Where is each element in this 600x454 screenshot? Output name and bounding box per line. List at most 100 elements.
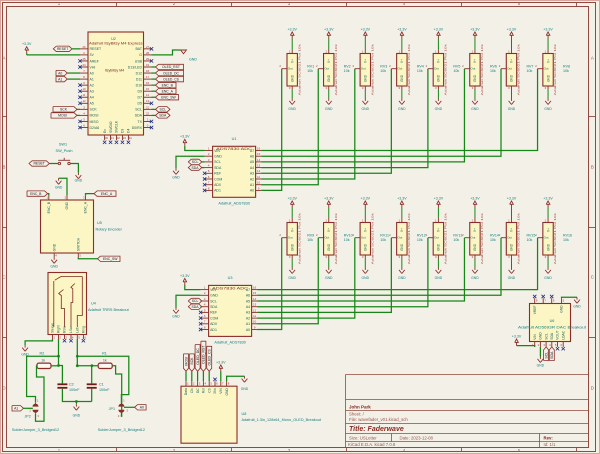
svg-text:10k: 10k — [453, 238, 459, 242]
svg-text:A3: A3 — [90, 90, 94, 94]
svg-text:10k: 10k — [307, 238, 313, 242]
svg-text:GND: GND — [437, 243, 441, 251]
svg-text:10k: 10k — [417, 69, 423, 73]
svg-text:Adafruit_ADS7830: Adafruit_ADS7830 — [218, 202, 249, 206]
svg-text:+3.3V: +3.3V — [543, 27, 553, 31]
svg-text:SW1: SW1 — [59, 143, 67, 147]
svg-text:SolderJumper_3_Bridged12: SolderJumper_3_Bridged12 — [98, 428, 145, 432]
svg-text:A4: A4 — [250, 166, 254, 170]
svg-text:D13/LED: D13/LED — [128, 65, 143, 69]
svg-text:A5: A5 — [90, 102, 94, 106]
svg-text:U6: U6 — [550, 319, 555, 323]
svg-text:15: 15 — [257, 152, 261, 156]
svg-text:Adafruit SC6021 Pot 10k: Adafruit SC6021 Pot 10k — [407, 213, 411, 265]
svg-text:V+: V+ — [290, 228, 294, 232]
svg-text:RV16: RV16 — [563, 233, 572, 237]
svg-text:GND: GND — [546, 74, 550, 82]
svg-text:BAT: BAT — [135, 47, 142, 51]
svg-text:Right: Right — [57, 325, 61, 333]
svg-text:+3.3V: +3.3V — [287, 27, 297, 31]
svg-text:Data: Data — [184, 388, 188, 395]
svg-text:RESET: RESET — [90, 47, 103, 51]
svg-text:Adafruit SC6021 Pot 10k: Adafruit SC6021 Pot 10k — [517, 213, 521, 265]
svg-text:+3.3V: +3.3V — [507, 27, 517, 31]
svg-text:A0: A0 — [58, 71, 62, 75]
svg-text:100nF: 100nF — [69, 388, 80, 392]
svg-text:RV2: RV2 — [344, 64, 351, 68]
svg-text:KiCad E.D.A. kicad 7.0.8: KiCad E.D.A. kicad 7.0.8 — [348, 442, 396, 447]
svg-text:SDA: SDA — [210, 305, 218, 309]
svg-text:RV15: RV15 — [527, 233, 536, 237]
svg-text:13: 13 — [253, 303, 257, 307]
svg-text:GND: GND — [52, 243, 56, 251]
svg-text:Adafruit SC6021 Pot 10k: Adafruit SC6021 Pot 10k — [371, 213, 375, 265]
svg-text:Out: Out — [361, 236, 366, 240]
svg-text:D2/A6: D2/A6 — [90, 126, 100, 130]
svg-text:A1: A1 — [90, 77, 94, 81]
svg-text:GND: GND — [573, 304, 581, 308]
svg-text:RV3: RV3 — [380, 64, 387, 68]
svg-text:RV12: RV12 — [417, 233, 426, 237]
svg-text:SDA: SDA — [192, 305, 200, 309]
svg-text:+3.3V: +3.3V — [287, 196, 297, 200]
svg-text:U5: U5 — [97, 221, 102, 225]
svg-text:RV10: RV10 — [344, 233, 353, 237]
svg-text:10k: 10k — [490, 69, 496, 73]
svg-text:DC: DC — [196, 388, 200, 393]
svg-text:31: 31 — [111, 136, 115, 140]
svg-text:COM: COM — [214, 177, 222, 181]
svg-text:SWDIO: SWDIO — [109, 121, 113, 133]
svg-text:10k: 10k — [563, 238, 569, 242]
svg-text:+3.3V: +3.3V — [512, 334, 522, 338]
svg-text:SDA: SDA — [550, 351, 554, 359]
svg-text:A3: A3 — [250, 172, 254, 176]
svg-text:15: 15 — [253, 291, 257, 295]
svg-text:GND: GND — [435, 276, 443, 280]
svg-text:Date: 2023-12-08: Date: 2023-12-08 — [400, 435, 434, 440]
svg-text:13: 13 — [146, 99, 150, 103]
svg-text:USB: USB — [135, 59, 143, 63]
svg-text:SCK: SCK — [90, 108, 98, 112]
svg-text:ENC_SW: ENC_SW — [161, 95, 176, 99]
svg-text:Adafruit ItsyBitsy M4 Express: Adafruit ItsyBitsy M4 Express — [89, 42, 143, 46]
svg-text:10k: 10k — [563, 69, 569, 73]
svg-text:A: A — [591, 56, 594, 61]
svg-text:ADS7830 ADC: ADS7830 ADC — [212, 286, 249, 290]
svg-text:RSw: RSw — [63, 325, 67, 333]
svg-text:AREF: AREF — [90, 59, 99, 63]
svg-text:Sleeve: Sleeve — [51, 323, 55, 333]
svg-text:SCK: SCK — [60, 108, 68, 112]
svg-text:12: 12 — [253, 308, 257, 312]
svg-text:GND: GND — [471, 107, 479, 111]
svg-text:GND: GND — [75, 179, 83, 183]
svg-text:Out: Out — [507, 67, 512, 71]
svg-text:VIN: VIN — [533, 334, 537, 340]
svg-text:ENC_A: ENC_A — [162, 89, 174, 93]
svg-text:+3.3V: +3.3V — [216, 360, 226, 364]
svg-text:CS: CS — [207, 387, 211, 392]
svg-text:A1: A1 — [14, 407, 18, 411]
svg-text:ADS7830 ADC: ADS7830 ADC — [216, 147, 253, 151]
svg-text:14: 14 — [257, 158, 261, 162]
svg-text:GND: GND — [364, 243, 368, 251]
svg-text:Out: Out — [324, 236, 329, 240]
svg-text:14: 14 — [146, 93, 150, 97]
svg-text:U3: U3 — [228, 276, 233, 280]
svg-text:U8: U8 — [242, 412, 247, 416]
svg-text:22: 22 — [146, 111, 150, 115]
svg-text:10k: 10k — [307, 69, 313, 73]
svg-text:+3.3V: +3.3V — [470, 27, 480, 31]
svg-text:+3.3V: +3.3V — [324, 196, 334, 200]
svg-text:30: 30 — [105, 136, 109, 140]
svg-text:Left: Left — [76, 327, 80, 333]
svg-text:RV9: RV9 — [307, 233, 314, 237]
svg-text:10k: 10k — [344, 69, 350, 73]
svg-text:V+: V+ — [437, 59, 441, 63]
svg-text:Out: Out — [544, 236, 549, 240]
svg-text:Title: Faderwave: Title: Faderwave — [349, 426, 404, 433]
svg-text:SWCLK: SWCLK — [115, 120, 119, 133]
svg-text:A4: A4 — [246, 305, 250, 309]
svg-text:VREF: VREF — [533, 306, 537, 315]
svg-text:24: 24 — [82, 63, 86, 67]
svg-text:RV11: RV11 — [380, 233, 389, 237]
